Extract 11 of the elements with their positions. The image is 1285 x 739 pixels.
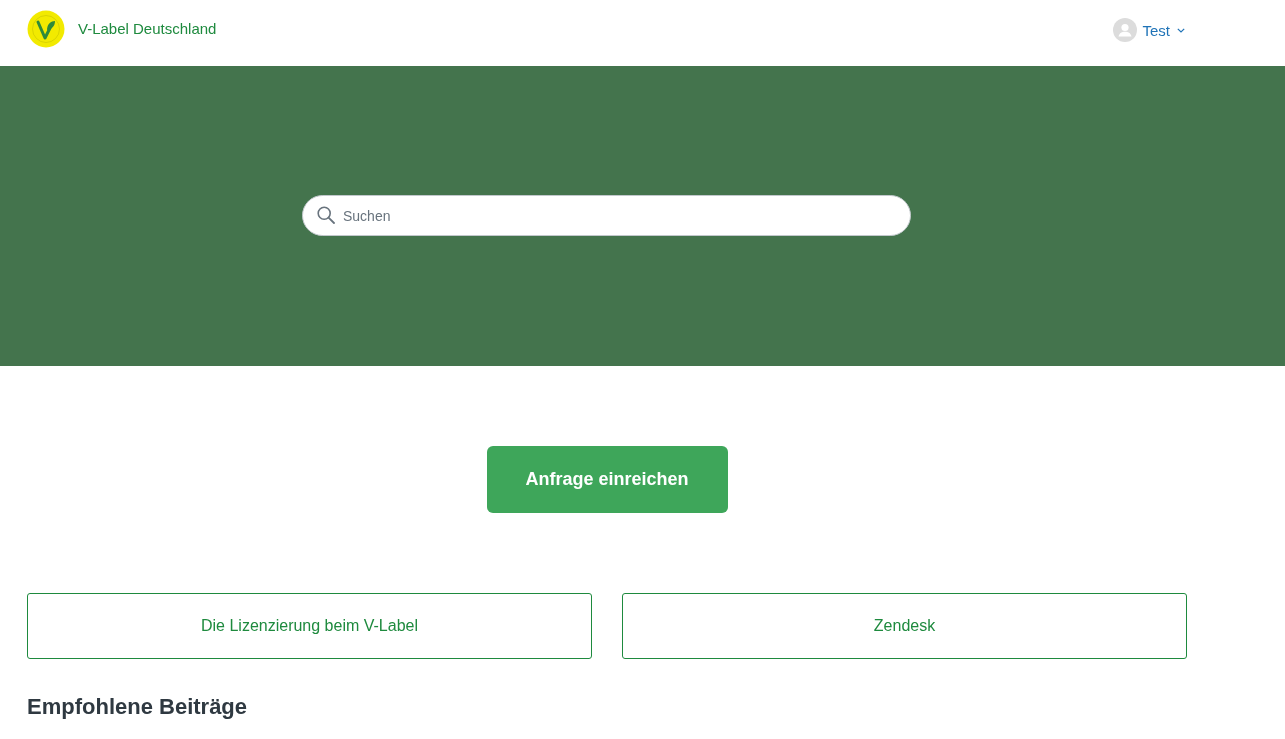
search-field[interactable]: Suchen xyxy=(302,195,911,236)
section-heading: Empfohlene Beiträge xyxy=(27,693,248,721)
submit-request-button[interactable]: Anfrage einreichen xyxy=(486,446,728,513)
avatar-icon xyxy=(1113,18,1138,42)
brand-name[interactable]: V-Label Deutschland xyxy=(78,20,217,37)
category-block-link[interactable]: Die Lizenzierung beim V-Label xyxy=(27,593,592,659)
search-icon xyxy=(317,206,335,224)
category-block-link[interactable]: Zendesk xyxy=(622,593,1187,659)
v-label-logo[interactable] xyxy=(27,9,65,48)
user-menu-button[interactable]: Test xyxy=(1113,18,1185,42)
caret-icon xyxy=(1177,27,1185,33)
